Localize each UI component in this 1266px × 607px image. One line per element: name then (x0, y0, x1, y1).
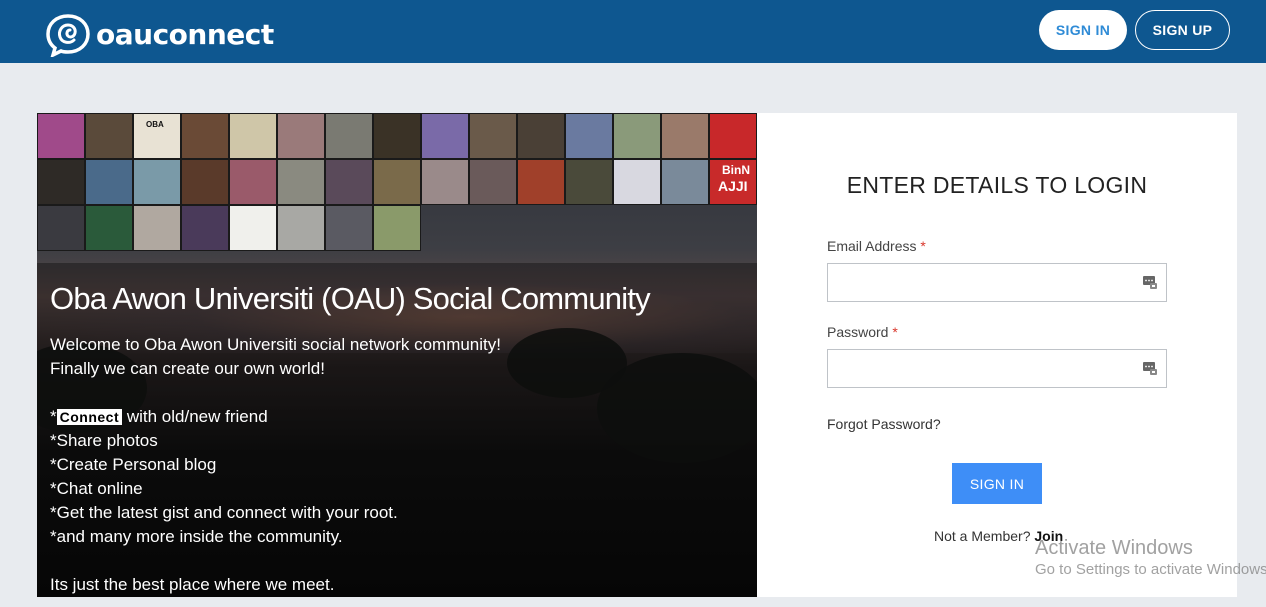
chat-bubble-logo-icon (46, 13, 94, 59)
collage-badge: BinN (722, 163, 750, 177)
password-manager-key-icon[interactable] (1142, 360, 1158, 376)
brand-logo[interactable]: oauconnect (46, 13, 274, 59)
member-photo-collage: OBA BinN AJJI (37, 113, 757, 251)
password-field[interactable] (827, 349, 1167, 388)
banner-bullet: *and many more inside the community. (50, 527, 343, 546)
banner-closing: Its just the best place where we meet. (50, 575, 335, 594)
banner-title: Oba Awon Universiti (OAU) Social Communi… (50, 281, 651, 316)
password-manager-key-icon[interactable] (1142, 274, 1158, 290)
activate-windows-hint: Go to Settings to activate Windows. (1035, 561, 1266, 578)
top-navbar: oauconnect SIGN IN SIGN UP (0, 0, 1266, 63)
connect-highlight: Connect (56, 409, 123, 425)
header-sign-up-button[interactable]: SIGN UP (1135, 10, 1230, 50)
community-banner-image: OBA BinN AJJI (37, 113, 757, 597)
login-heading: ENTER DETAILS TO LOGIN (846, 172, 1148, 198)
header-sign-in-button[interactable]: SIGN IN (1039, 10, 1127, 50)
banner-tagline: Finally we can create our own world! (50, 359, 325, 378)
collage-badge: OBA (146, 120, 164, 129)
forgot-password-link[interactable]: Forgot Password? (827, 416, 941, 432)
required-mark: * (920, 238, 926, 254)
banner-welcome: Welcome to Oba Awon Universiti social ne… (50, 335, 501, 354)
brand-name: oauconnect (96, 17, 274, 51)
email-label: Email Address * (827, 238, 926, 254)
collage-badge: AJJI (718, 178, 748, 194)
password-label: Password * (827, 324, 898, 340)
banner-connect-line: * Connect with old/new friend (50, 407, 268, 427)
connect-suffix: with old/new friend (122, 407, 268, 426)
banner-bullet: *Get the latest gist and connect with yo… (50, 503, 398, 522)
activate-windows-watermark: Activate Windows (1035, 537, 1193, 559)
sign-in-submit-button[interactable]: SIGN IN (952, 463, 1042, 504)
bullet-star: * (50, 407, 57, 426)
not-member-text: Not a Member? (934, 528, 1031, 544)
banner-bullet: *Chat online (50, 479, 143, 498)
email-field[interactable] (827, 263, 1167, 302)
banner-bullet: *Share photos (50, 431, 158, 450)
banner-bullet: *Create Personal blog (50, 455, 217, 474)
required-mark: * (892, 324, 898, 340)
